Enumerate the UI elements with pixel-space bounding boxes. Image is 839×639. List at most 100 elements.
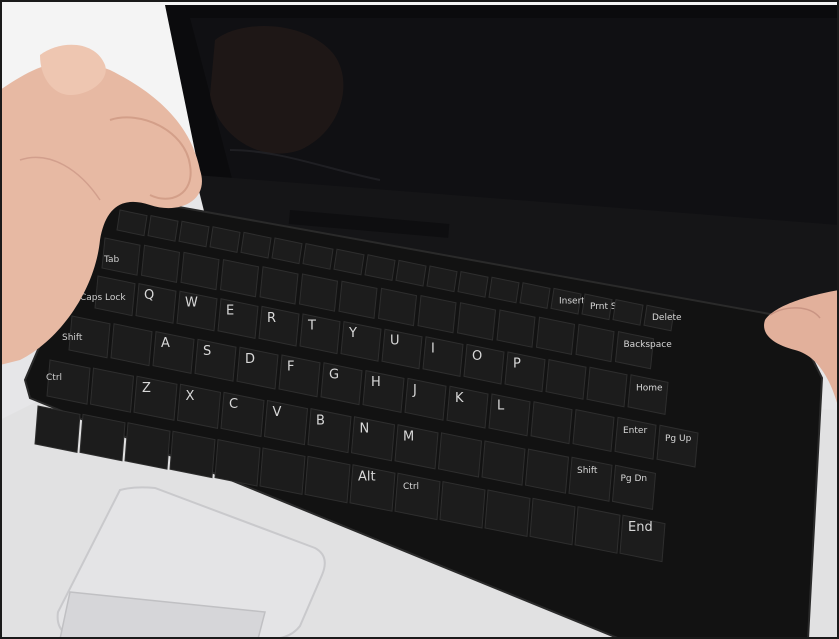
key [586, 366, 628, 408]
key-label: Z [142, 381, 151, 396]
key [304, 455, 351, 504]
key-label: Ctrl [403, 482, 419, 492]
modifier-label: Tab [103, 255, 120, 265]
key [439, 480, 486, 529]
key [484, 489, 531, 538]
key-label: R [267, 311, 276, 326]
key [258, 305, 300, 347]
key [79, 413, 126, 462]
key-label: D [245, 352, 255, 367]
key [89, 367, 135, 413]
key [614, 330, 655, 370]
key-label: O [472, 349, 482, 364]
key [307, 407, 352, 454]
modifier-label: Shift [62, 333, 83, 343]
key-label: M [403, 430, 414, 445]
key-label: Home [636, 383, 663, 393]
key [504, 351, 546, 393]
key-label: Enter [623, 426, 647, 436]
key [545, 358, 587, 400]
key-label: Delete [652, 313, 682, 323]
key-label: F [287, 360, 294, 375]
key [463, 343, 505, 385]
key [152, 330, 195, 375]
key [194, 338, 237, 382]
key-label: V [273, 405, 282, 420]
key [530, 401, 573, 445]
key-label: U [390, 334, 400, 349]
key-label: I [431, 341, 435, 356]
key [437, 432, 483, 478]
key [381, 328, 423, 370]
photo-frame: Insert Prnt Scrn Delete Backspace Q W E R T Y U I O P… [0, 0, 839, 639]
key-label: E [226, 303, 234, 318]
key-label: Alt [358, 470, 376, 485]
key [656, 424, 699, 468]
key [394, 424, 439, 470]
key-label: Shift [577, 466, 598, 476]
key-label: H [371, 375, 381, 390]
key [456, 302, 497, 341]
key [417, 294, 457, 334]
key [524, 448, 570, 494]
key-label: X [186, 389, 195, 404]
key [446, 385, 489, 429]
key [362, 369, 405, 414]
key-label: G [329, 367, 339, 382]
key [263, 399, 309, 446]
key [133, 375, 178, 421]
modifier-label: Caps Lock [80, 293, 126, 303]
key-label: Backspace [624, 340, 673, 350]
key [575, 323, 615, 363]
key-label: K [455, 391, 464, 406]
key [488, 393, 531, 437]
key [214, 438, 261, 487]
key [180, 251, 220, 291]
key [627, 374, 669, 416]
key [377, 287, 418, 327]
key-label: T [307, 319, 316, 334]
key [340, 320, 382, 362]
key-label: C [229, 397, 238, 412]
key [496, 309, 536, 348]
key [259, 266, 299, 305]
key [481, 440, 526, 486]
key [110, 323, 153, 367]
key [217, 298, 259, 340]
key-label: W [185, 296, 198, 311]
key-label: S [203, 344, 211, 359]
key-label: End [628, 520, 653, 535]
key [259, 447, 306, 496]
key [220, 391, 265, 438]
key-label: J [412, 383, 417, 398]
key [34, 405, 81, 454]
key [338, 280, 378, 320]
key [404, 377, 447, 421]
modifier-label: Ctrl [46, 373, 62, 383]
key [299, 313, 341, 355]
key [611, 464, 657, 511]
key-label: B [316, 413, 325, 428]
key [350, 416, 396, 462]
key [298, 273, 339, 312]
key [135, 282, 177, 324]
key-label: Y [348, 326, 357, 341]
key [236, 346, 279, 390]
key [219, 258, 260, 298]
key-label: Q [144, 288, 154, 303]
key [572, 408, 615, 453]
key-label: Insert [559, 296, 585, 306]
key-label: P [513, 357, 521, 372]
key [320, 362, 363, 406]
key [278, 354, 321, 398]
key [176, 383, 222, 430]
key [535, 316, 576, 356]
key [124, 422, 171, 470]
key-label: Pg Dn [621, 474, 648, 484]
key-label: L [497, 399, 505, 414]
key-label: N [360, 421, 370, 436]
key [568, 456, 613, 502]
key [422, 336, 464, 378]
key [169, 430, 216, 479]
key [614, 416, 657, 460]
